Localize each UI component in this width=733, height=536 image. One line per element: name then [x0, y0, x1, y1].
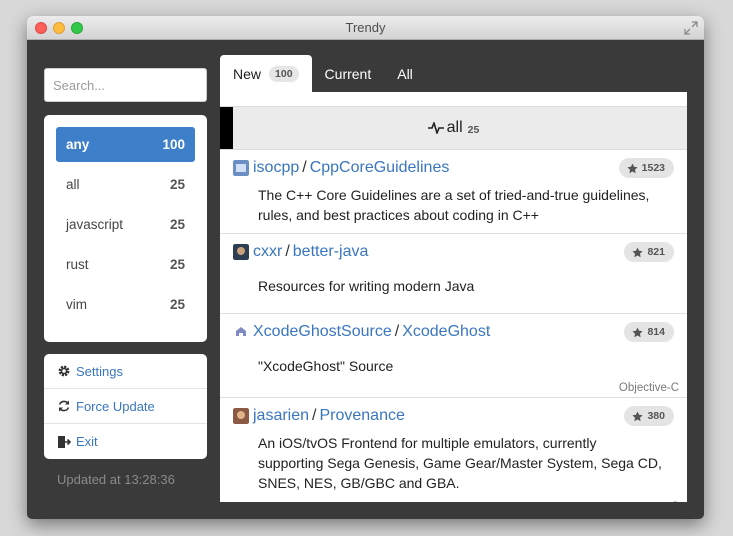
- tab-bar: New 100 Current All: [220, 55, 687, 92]
- group-label: all: [446, 119, 463, 136]
- tab-current[interactable]: Current: [312, 55, 385, 92]
- repo-description: Resources for writing modern Java: [258, 278, 475, 294]
- star-count: 814: [647, 326, 665, 338]
- titlebar: Trendy: [27, 16, 704, 40]
- language-count: 100: [162, 137, 185, 152]
- settings-label: Settings: [76, 363, 123, 379]
- repo-language: C: [671, 501, 679, 502]
- repo-name-link[interactable]: Provenance: [319, 407, 404, 425]
- repo-item: XcodeGhostSource / XcodeGhost 814 "Xcode…: [220, 314, 687, 398]
- repo-item: jasarien / Provenance 380 An iOS/tvOS Fr…: [220, 398, 687, 502]
- sidebar: any 100 all 25 javascript 25 rust 25 vim…: [44, 68, 207, 487]
- star-badge: 814: [624, 322, 674, 342]
- language-item-vim[interactable]: vim 25: [56, 287, 195, 322]
- force-update-label: Force Update: [76, 398, 155, 414]
- group-header[interactable]: all 25: [220, 106, 687, 150]
- settings-button[interactable]: Settings: [44, 354, 207, 389]
- language-count: 25: [169, 217, 185, 232]
- repo-name-link[interactable]: better-java: [293, 243, 369, 261]
- language-label: vim: [66, 297, 87, 312]
- repo-owner-link[interactable]: cxxr: [253, 243, 282, 261]
- repo-owner-link[interactable]: jasarien: [253, 407, 309, 425]
- tab-new-count-badge: 100: [269, 65, 299, 82]
- updated-timestamp: Updated at 13:28:36: [57, 472, 175, 487]
- repo-separator: /: [302, 159, 307, 176]
- language-list: any 100 all 25 javascript 25 rust 25 vim…: [44, 115, 207, 342]
- repo-description: The C++ Core Guidelines are a set of tri…: [258, 187, 650, 223]
- star-icon: [627, 162, 638, 173]
- star-badge: 1523: [618, 158, 674, 178]
- repo-separator: /: [312, 407, 317, 424]
- language-item-rust[interactable]: rust 25: [56, 247, 195, 282]
- language-label: rust: [66, 257, 89, 272]
- language-count: 25: [169, 257, 185, 272]
- app-window: Trendy any 100 all 25 javascript 25 rust…: [27, 16, 704, 519]
- repo-description: An iOS/tvOS Frontend for multiple emulat…: [258, 435, 662, 491]
- repo-name-link[interactable]: XcodeGhost: [402, 323, 490, 341]
- exit-label: Exit: [76, 434, 98, 449]
- star-count: 380: [647, 410, 665, 422]
- minimize-window-button[interactable]: [53, 22, 65, 34]
- tab-new[interactable]: New 100: [220, 55, 312, 92]
- xcodeghost-avatar: [233, 324, 249, 340]
- cxxr-avatar: [233, 244, 249, 260]
- repo-description: "XcodeGhost" Source: [258, 358, 394, 374]
- star-count: 821: [647, 246, 665, 258]
- star-badge: 821: [624, 242, 674, 262]
- tab-new-label: New: [233, 65, 262, 82]
- force-update-button[interactable]: Force Update: [44, 389, 207, 424]
- exit-button[interactable]: Exit: [44, 424, 207, 459]
- language-label: javascript: [66, 217, 124, 232]
- group-marker: [220, 107, 233, 149]
- refresh-icon: [58, 400, 70, 412]
- tab-current-label: Current: [324, 65, 372, 82]
- gear-icon: [58, 365, 70, 377]
- action-list: Settings Force Update Exit: [44, 354, 207, 459]
- tab-all-label: All: [397, 65, 413, 82]
- exit-icon: [58, 435, 71, 448]
- star-icon: [632, 410, 644, 421]
- star-count: 1523: [641, 162, 665, 174]
- repo-owner-link[interactable]: isocpp: [253, 159, 299, 177]
- repo-language: Objective-C: [618, 382, 679, 394]
- search-input[interactable]: [44, 68, 207, 102]
- window-controls: [35, 22, 83, 34]
- maximize-window-button[interactable]: [71, 22, 83, 34]
- main-content: New 100 Current All all 25 isocpp / CppC…: [220, 55, 687, 502]
- language-label: any: [66, 137, 90, 152]
- repo-owner-link[interactable]: XcodeGhostSource: [253, 323, 392, 341]
- repo-panel: all 25 isocpp / CppCoreGuidelines 1523 T…: [220, 92, 687, 502]
- star-badge: 380: [624, 406, 674, 426]
- repo-name-link[interactable]: CppCoreGuidelines: [310, 159, 450, 177]
- star-icon: [632, 326, 644, 337]
- repo-item: isocpp / CppCoreGuidelines 1523 The C++ …: [220, 150, 687, 234]
- fullscreen-icon[interactable]: [684, 21, 698, 35]
- group-count: 25: [467, 123, 480, 136]
- language-count: 25: [169, 297, 185, 312]
- pulse-icon: [427, 122, 444, 134]
- star-icon: [632, 246, 644, 257]
- language-label: all: [66, 177, 80, 192]
- language-item-javascript[interactable]: javascript 25: [56, 207, 195, 242]
- repo-separator: /: [285, 243, 290, 260]
- repo-separator: /: [394, 323, 400, 340]
- close-window-button[interactable]: [35, 22, 47, 34]
- tab-all[interactable]: All: [384, 55, 426, 92]
- isocpp-avatar: [233, 160, 249, 176]
- language-item-all[interactable]: all 25: [56, 167, 195, 202]
- language-item-any[interactable]: any 100: [56, 127, 195, 162]
- language-count: 25: [169, 177, 185, 192]
- repo-item: cxxr / better-java 821 Resources for wri…: [220, 234, 687, 314]
- jasarien-avatar: [233, 408, 249, 424]
- window-title: Trendy: [345, 20, 386, 35]
